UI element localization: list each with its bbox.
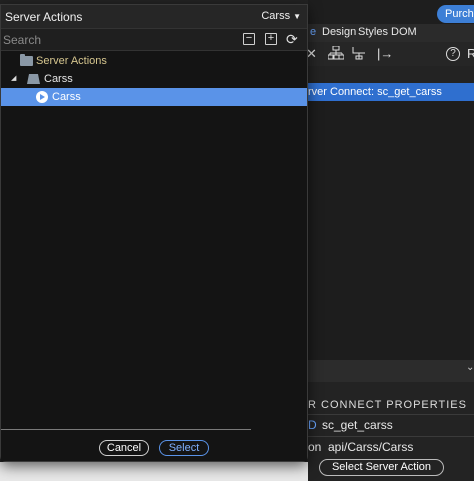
tree-icon[interactable] <box>327 45 345 64</box>
search-row: − + ⟳ <box>1 29 307 51</box>
folder-open-icon <box>27 74 40 84</box>
export-icon[interactable]: |→ <box>377 46 393 62</box>
collapse-all-icon[interactable]: − <box>243 33 255 45</box>
divider <box>308 414 474 415</box>
tab-dom[interactable]: DOM <box>391 26 417 38</box>
tree-item-label: Server Actions <box>36 55 107 67</box>
expand-all-icon[interactable]: + <box>265 33 277 45</box>
caret-down-icon: ▼ <box>293 12 301 21</box>
prop-row-action: on api/Carss/Carss <box>308 440 413 460</box>
prop-row-id: Dsc_get_carss <box>308 418 393 438</box>
prop-value[interactable]: sc_get_carss <box>322 418 393 432</box>
prop-key: on <box>308 440 322 454</box>
tab-properties[interactable]: e <box>310 26 316 38</box>
play-icon <box>36 91 48 103</box>
expand-arrow-icon[interactable]: ◢ <box>11 70 16 88</box>
server-actions-dialog: Server Actions Carss▼ − + ⟳ Server Actio… <box>0 4 308 462</box>
more-icon[interactable]: R <box>467 46 474 62</box>
prop-key: D <box>308 418 317 432</box>
dropdown-value: Carss <box>261 10 291 22</box>
select-server-action-button[interactable]: Select Server Action <box>319 459 444 476</box>
tree-item-server-actions[interactable]: Server Actions <box>1 52 307 70</box>
tab-styles[interactable]: Styles <box>358 26 388 38</box>
chevron-down-icon[interactable]: ⌄ <box>466 362 474 373</box>
tree-item-carss-folder[interactable]: ◢ Carss <box>1 70 307 88</box>
search-input[interactable] <box>3 31 233 49</box>
dialog-footer <box>1 433 307 461</box>
folder-icon <box>20 54 33 66</box>
bottom-strip <box>0 462 308 481</box>
section-bar <box>308 360 474 382</box>
cancel-button[interactable]: Cancel <box>99 440 149 456</box>
select-button[interactable]: Select <box>159 440 209 456</box>
horizontal-scrollbar[interactable] <box>1 429 251 430</box>
flow-icon[interactable] <box>352 46 366 64</box>
dialog-title: Server Actions <box>5 10 83 24</box>
prop-value[interactable]: api/Carss/Carss <box>328 440 413 454</box>
component-tree-area <box>308 101 474 360</box>
divider <box>308 436 474 437</box>
properties-title: R CONNECT PROPERTIES <box>308 399 467 411</box>
purchase-button[interactable]: Purchas <box>437 5 474 23</box>
dialog-header: Server Actions Carss ▼ <box>1 5 307 29</box>
help-icon[interactable]: ? <box>446 47 460 61</box>
tree-item-label: Carss <box>52 91 81 103</box>
refresh-icon[interactable]: ⟳ <box>286 31 298 48</box>
tab-design[interactable]: Design <box>322 26 356 38</box>
selected-component-row[interactable]: rver Connect: sc_get_carss <box>308 83 474 101</box>
tree-item-label: Carss <box>44 73 73 85</box>
api-dropdown[interactable]: Carss ▼ <box>261 10 301 22</box>
tree-item-carss-action[interactable]: Carss <box>1 88 307 106</box>
